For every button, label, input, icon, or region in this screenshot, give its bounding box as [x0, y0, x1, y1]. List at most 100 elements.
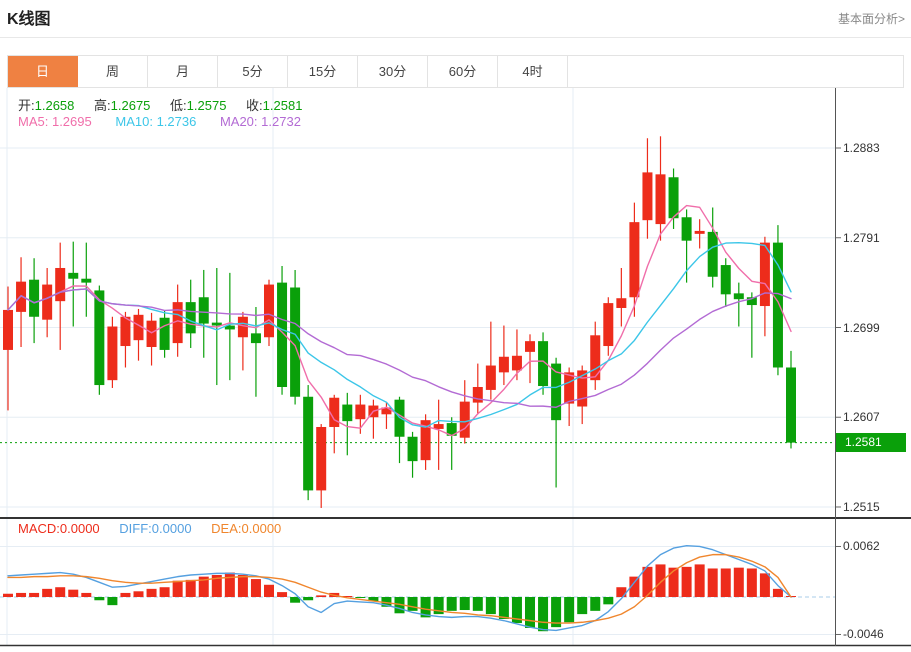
candle-body: [472, 386, 483, 403]
candle-body: [511, 355, 522, 371]
ma20-label: MA20:: [219, 114, 258, 129]
candle-body: [720, 265, 731, 295]
candle-body: [68, 272, 79, 279]
macd-bar: [277, 592, 288, 597]
macd-bar: [472, 597, 483, 611]
macd-bar: [264, 584, 274, 597]
current-price-badge: 1.2581: [836, 433, 906, 452]
macd-bar: [538, 597, 549, 632]
diff-label: DIFF:: [119, 521, 152, 536]
dea-label: DEA:: [211, 521, 242, 536]
macd-tick-label: -0.0046: [843, 627, 884, 641]
high-value: 1.2675: [110, 98, 151, 113]
candle-body: [629, 222, 640, 298]
candle-body: [94, 290, 105, 386]
candle-body: [42, 284, 53, 320]
macd-bar: [94, 597, 105, 601]
candle-body: [681, 217, 692, 241]
candle-body: [198, 297, 209, 324]
macd-bar: [564, 597, 575, 623]
macd-bar: [603, 597, 614, 605]
candle-body: [668, 177, 679, 219]
candle-body: [29, 279, 40, 317]
macd-bar: [485, 597, 496, 615]
macd-bar: [407, 597, 418, 611]
macd-bar: [525, 597, 535, 628]
macd-bar: [590, 597, 601, 611]
macd-bar: [577, 597, 588, 615]
candle-body: [316, 426, 327, 491]
macd-bar: [133, 591, 144, 597]
macd-legend: MACD:0.0000 DIFF:0.0000 DEA:0.0000: [18, 521, 281, 536]
candle-body: [185, 302, 196, 334]
candle-body: [642, 172, 653, 221]
macd-label: MACD:: [18, 521, 60, 536]
macd-bar: [107, 597, 118, 606]
macd-bar: [759, 573, 770, 597]
candle-body: [603, 303, 614, 347]
candle-body: [159, 317, 170, 350]
macd-bar: [772, 588, 783, 597]
macd-bar: [707, 568, 718, 597]
price-tick-label: 1.2699: [843, 321, 880, 335]
macd-bar: [668, 567, 679, 597]
macd-bar: [655, 564, 666, 597]
low-value: 1.2575: [186, 98, 227, 113]
candle-body: [237, 316, 248, 338]
macd-bar: [446, 597, 457, 611]
macd-bar: [459, 597, 470, 611]
macd-bar: [3, 593, 13, 597]
ma5-value: 1.2695: [51, 114, 92, 129]
kline-widget: K线图 基本面分析> 日 周 月 5分 15分 30分 60分 4时 开:1.2…: [0, 0, 911, 652]
candle-body: [355, 404, 366, 420]
price-tick-label: 1.2791: [843, 231, 880, 245]
open-value: 1.2658: [34, 98, 75, 113]
macd-bar: [616, 587, 627, 597]
macd-bar: [42, 588, 53, 597]
candle-body: [264, 284, 274, 338]
macd-tick-label: 0.0062: [843, 539, 880, 553]
macd-bar: [303, 597, 314, 601]
candle-body: [694, 230, 705, 234]
macd-bar: [355, 597, 366, 598]
ma10-label: MA10:: [115, 114, 153, 129]
macd-bar: [237, 575, 248, 597]
close-value: 1.2581: [262, 98, 303, 113]
candle-body: [707, 231, 718, 277]
macd-bar: [316, 595, 327, 597]
candle-body: [498, 356, 509, 373]
macd-bar: [746, 568, 757, 597]
candle-body: [55, 267, 66, 302]
candle-body: [759, 242, 770, 307]
macd-bar: [498, 597, 509, 619]
candle-body: [107, 326, 118, 381]
price-tick-label: 1.2607: [843, 410, 880, 424]
candle-body: [3, 309, 13, 350]
candle-body: [655, 174, 666, 225]
macd-bar: [16, 592, 27, 597]
macd-bar: [159, 587, 170, 597]
candle-body: [733, 293, 744, 300]
macd-bar: [681, 566, 692, 597]
macd-bar: [185, 579, 196, 597]
candle-body: [342, 404, 353, 422]
candle-body: [250, 333, 261, 344]
candle-body: [616, 298, 627, 308]
macd-bar: [694, 564, 705, 597]
candle-body: [81, 278, 92, 283]
ma5-label: MA5:: [18, 114, 49, 129]
macd-bar: [720, 568, 731, 597]
macd-value: 0.0000: [59, 521, 100, 536]
macd-bar: [120, 592, 131, 597]
candle-body: [120, 316, 131, 347]
price-tick-label: 1.2515: [843, 500, 880, 514]
macd-bar: [250, 579, 261, 597]
candle-body: [564, 372, 575, 404]
macd-bar: [146, 588, 157, 597]
dea-value: 0.0000: [241, 521, 282, 536]
ma-legend: MA5: 1.2695 MA10: 1.2736 MA20: 1.2732: [18, 114, 301, 129]
macd-bar: [68, 589, 79, 597]
macd-bar: [29, 592, 40, 597]
macd-bar: [55, 587, 66, 597]
candle-body: [459, 401, 470, 438]
